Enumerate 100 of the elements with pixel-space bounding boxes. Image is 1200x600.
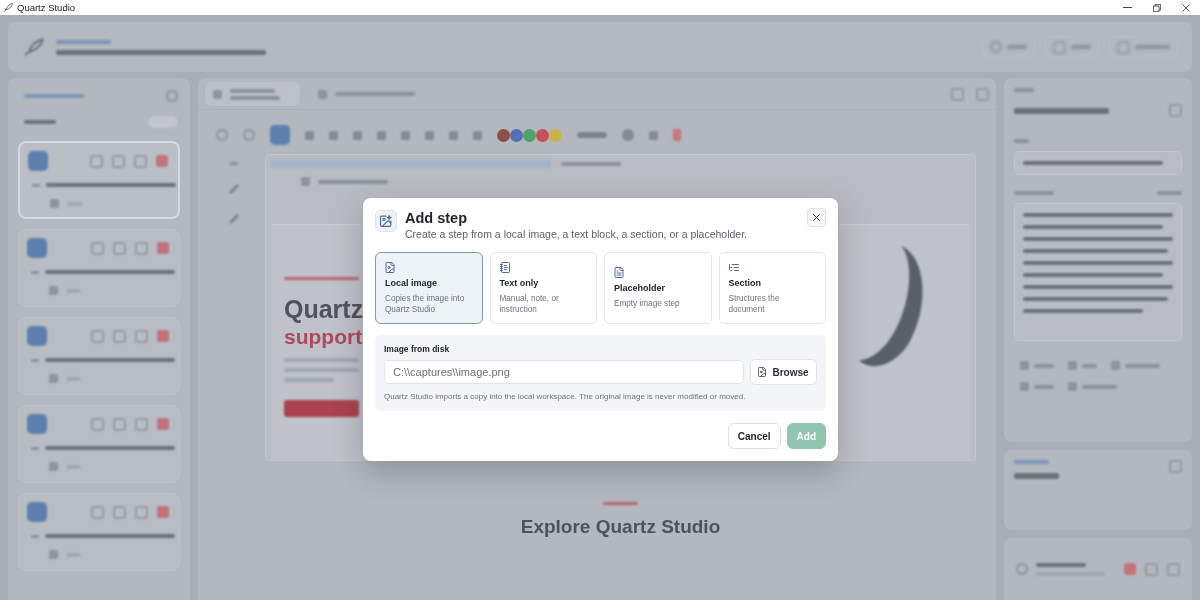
image-file-icon <box>758 367 767 377</box>
blurred-icon[interactable] <box>377 130 386 140</box>
blurred-icon[interactable] <box>649 130 658 140</box>
square-icon <box>49 550 58 559</box>
square-icon <box>49 286 58 295</box>
square-icon <box>1068 382 1077 391</box>
square-icon[interactable] <box>91 417 104 431</box>
square-icon[interactable] <box>157 506 169 518</box>
page-subheading: support <box>284 324 364 350</box>
swatch-icon[interactable] <box>523 128 536 142</box>
square-icon[interactable] <box>156 155 168 167</box>
square-icon[interactable] <box>113 417 126 431</box>
editor-tab[interactable] <box>205 82 300 106</box>
blurred-text <box>1014 191 1054 195</box>
step-card[interactable] <box>18 493 180 571</box>
option-description: Copies the image into Quartz Studio <box>385 292 466 315</box>
dash-icon <box>32 183 40 187</box>
square-icon[interactable] <box>113 241 126 255</box>
blurred-text <box>1036 562 1086 567</box>
square-icon[interactable] <box>157 330 169 342</box>
option-title: Placeholder <box>614 283 666 294</box>
text-field[interactable] <box>1014 151 1182 175</box>
blurred-icon[interactable] <box>673 129 681 141</box>
step-card[interactable] <box>18 141 180 219</box>
square-icon[interactable] <box>91 241 104 255</box>
blurred-text <box>1014 460 1049 464</box>
square-icon[interactable] <box>157 418 169 430</box>
blurred-icon[interactable] <box>425 130 434 140</box>
option-description: Empty image step <box>614 298 680 309</box>
hint-text: Quartz Studio imports a copy into the local workspace. The original image is never modified or moved. <box>384 392 747 402</box>
browse-button[interactable]: Browse <box>750 359 817 385</box>
blurred-text <box>1082 384 1117 389</box>
square-icon[interactable] <box>135 417 148 431</box>
page-heading: Quartz <box>284 294 364 324</box>
blurred-icon[interactable] <box>622 129 634 141</box>
step-card[interactable] <box>18 317 180 395</box>
blurred-text <box>318 179 388 184</box>
minimize-icon <box>1123 7 1132 8</box>
square-icon[interactable] <box>135 241 148 255</box>
blurred-text <box>561 162 621 166</box>
square-icon[interactable] <box>135 505 148 519</box>
step-thumbnail <box>27 238 47 258</box>
option-title: Section <box>728 277 761 289</box>
path-field[interactable]: C:\\captures\\image.png <box>384 360 744 384</box>
square-icon[interactable] <box>91 329 104 343</box>
blurred-icon[interactable] <box>473 130 482 140</box>
blurred-icon[interactable] <box>329 130 338 140</box>
square-icon[interactable] <box>90 154 103 168</box>
blurred-icon[interactable] <box>353 130 362 140</box>
blurred-icon[interactable] <box>305 130 314 140</box>
blurred-text <box>24 94 84 98</box>
header-button[interactable] <box>982 36 1035 58</box>
quill-icon <box>24 38 44 56</box>
square-icon[interactable] <box>113 329 126 343</box>
option-card[interactable]: Text only Manual, note, or instruction <box>489 252 597 324</box>
option-card[interactable]: Placeholder Empty image step <box>604 252 712 324</box>
option-card[interactable]: Local image Copies the image into Quartz Studio <box>375 252 483 324</box>
step-card[interactable] <box>18 229 180 307</box>
blurred-text <box>1157 191 1182 195</box>
close-icon <box>1181 3 1190 12</box>
blurred-icon[interactable] <box>449 130 458 140</box>
swatch-icon[interactable] <box>536 128 549 142</box>
square-icon[interactable] <box>135 329 148 343</box>
document-icon <box>614 267 624 278</box>
square-icon[interactable] <box>134 154 147 168</box>
square-icon <box>318 89 327 99</box>
text-area[interactable] <box>1014 203 1182 341</box>
square-icon[interactable] <box>157 242 169 254</box>
square-icon[interactable] <box>112 154 125 168</box>
swatch-icon[interactable] <box>549 128 562 142</box>
square-icon <box>1111 361 1120 370</box>
step-thumbnail <box>27 326 47 346</box>
square-icon[interactable] <box>91 505 104 519</box>
square-icon <box>1124 563 1136 575</box>
blurred-icon[interactable] <box>401 130 410 140</box>
restore-icon <box>1152 3 1161 12</box>
blurred-button[interactable] <box>284 400 359 417</box>
blurred-text <box>1014 473 1059 479</box>
square-icon <box>49 374 58 383</box>
step-thumbnail <box>27 502 47 522</box>
cancel-button[interactable]: Cancel <box>727 423 781 449</box>
blurred-text <box>1125 363 1160 368</box>
option-title: Local image <box>385 277 438 289</box>
square-icon <box>1020 382 1029 391</box>
blurred-text <box>230 88 275 93</box>
pen-icon <box>228 183 240 195</box>
close-button[interactable] <box>807 208 826 227</box>
toolbar-button[interactable] <box>270 125 290 145</box>
square-icon <box>301 177 310 186</box>
step-thumbnail <box>27 414 47 434</box>
step-card[interactable] <box>18 405 180 483</box>
header-button[interactable] <box>1109 36 1178 58</box>
option-card[interactable]: Section Structures the document <box>718 252 826 324</box>
header-button[interactable] <box>1045 36 1099 58</box>
swatch-icon[interactable] <box>497 128 510 142</box>
swatch-icon[interactable] <box>510 128 523 142</box>
dash-icon <box>31 270 39 274</box>
square-icon[interactable] <box>113 505 126 519</box>
option-title: Text only <box>499 277 539 289</box>
option-description: Structures the document <box>728 292 781 315</box>
